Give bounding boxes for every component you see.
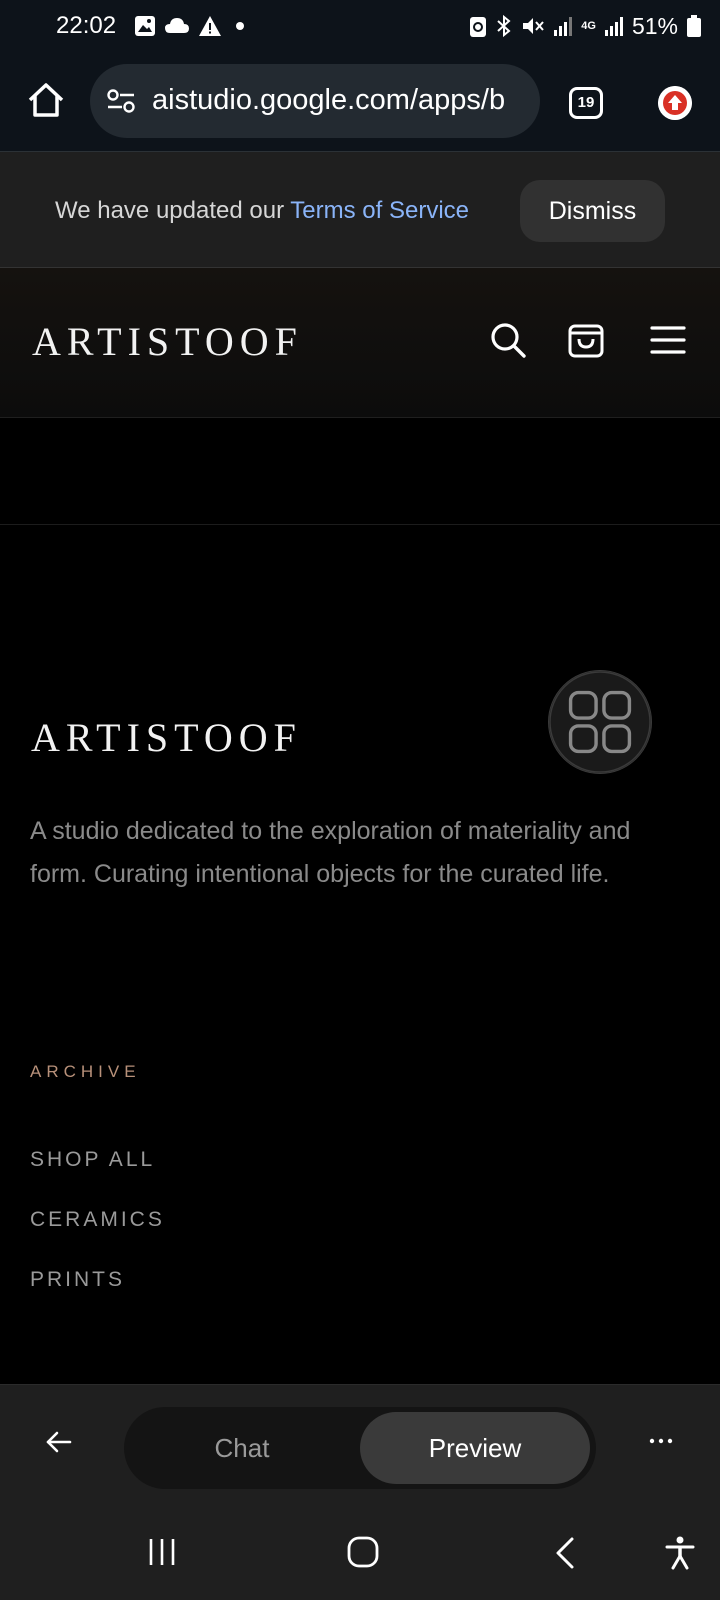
tab-chat[interactable]: Chat xyxy=(124,1412,360,1484)
warning-icon xyxy=(199,16,221,36)
footer-link-shop-all[interactable]: SHOP ALL xyxy=(30,1148,155,1172)
search-icon[interactable] xyxy=(488,320,528,360)
terms-of-service-link[interactable]: Terms of Service xyxy=(290,197,469,224)
android-nav-bar xyxy=(0,1508,720,1600)
section-divider xyxy=(0,524,720,525)
recent-apps-icon[interactable] xyxy=(147,1536,177,1568)
network-type-label: 4G xyxy=(581,20,596,32)
battery-percent: 51% xyxy=(631,12,678,39)
menu-icon[interactable] xyxy=(648,320,688,360)
shopping-bag-icon[interactable] xyxy=(566,320,606,360)
dismiss-button[interactable]: Dismiss xyxy=(520,180,665,242)
more-options-icon[interactable] xyxy=(648,1431,674,1451)
site-settings-icon[interactable] xyxy=(106,88,136,114)
browser-toolbar: aistudio.google.com/apps/b 19 xyxy=(0,52,720,152)
battery-icon xyxy=(687,15,701,37)
image-icon xyxy=(135,16,155,36)
dot-icon xyxy=(236,22,244,30)
home-nav-icon[interactable] xyxy=(347,1536,379,1568)
archive-heading: ARCHIVE xyxy=(30,1062,141,1081)
status-time: 22:02 xyxy=(56,12,117,39)
data-saver-icon xyxy=(470,17,487,37)
vibrate-mute-icon xyxy=(523,18,545,34)
status-bar: 22:02 4G 51% xyxy=(0,0,720,52)
url-text: aistudio.google.com/apps/b xyxy=(152,84,506,116)
footer-logo[interactable]: ARTISTOOF xyxy=(31,714,302,761)
mode-toggle: Chat Preview xyxy=(124,1407,596,1489)
footer-description: A studio dedicated to the exploration of… xyxy=(30,817,631,888)
tos-banner: We have updated our Terms of Service Dis… xyxy=(0,152,720,268)
signal-icon xyxy=(554,17,573,36)
grid-badge-icon[interactable] xyxy=(548,670,652,774)
footer-link-prints[interactable]: PRINTS xyxy=(30,1268,125,1292)
site-header: ARTISTOOF xyxy=(0,268,720,418)
address-bar[interactable]: aistudio.google.com/apps/b xyxy=(90,64,540,138)
tab-preview[interactable]: Preview xyxy=(360,1412,590,1484)
status-notification-icons xyxy=(134,14,250,38)
back-nav-icon[interactable] xyxy=(553,1536,577,1570)
accessibility-icon[interactable] xyxy=(665,1536,695,1570)
tab-switcher-button[interactable]: 19 xyxy=(569,87,603,119)
tos-message-prefix: We have updated our xyxy=(55,197,291,224)
back-arrow-icon[interactable] xyxy=(44,1427,74,1457)
signal-icon-2 xyxy=(604,17,623,36)
cloud-icon xyxy=(165,18,189,33)
footer-link-ceramics[interactable]: CERAMICS xyxy=(30,1208,165,1232)
tos-message: We have updated our Terms of Service xyxy=(55,197,469,225)
home-icon[interactable] xyxy=(26,80,66,120)
bluetooth-icon xyxy=(497,14,511,38)
studio-bottom-bar: Chat Preview xyxy=(0,1384,720,1508)
status-system-icons: 4G 51% xyxy=(469,12,702,40)
site-logo[interactable]: ARTISTOOF xyxy=(32,318,303,365)
update-icon[interactable] xyxy=(658,86,692,120)
